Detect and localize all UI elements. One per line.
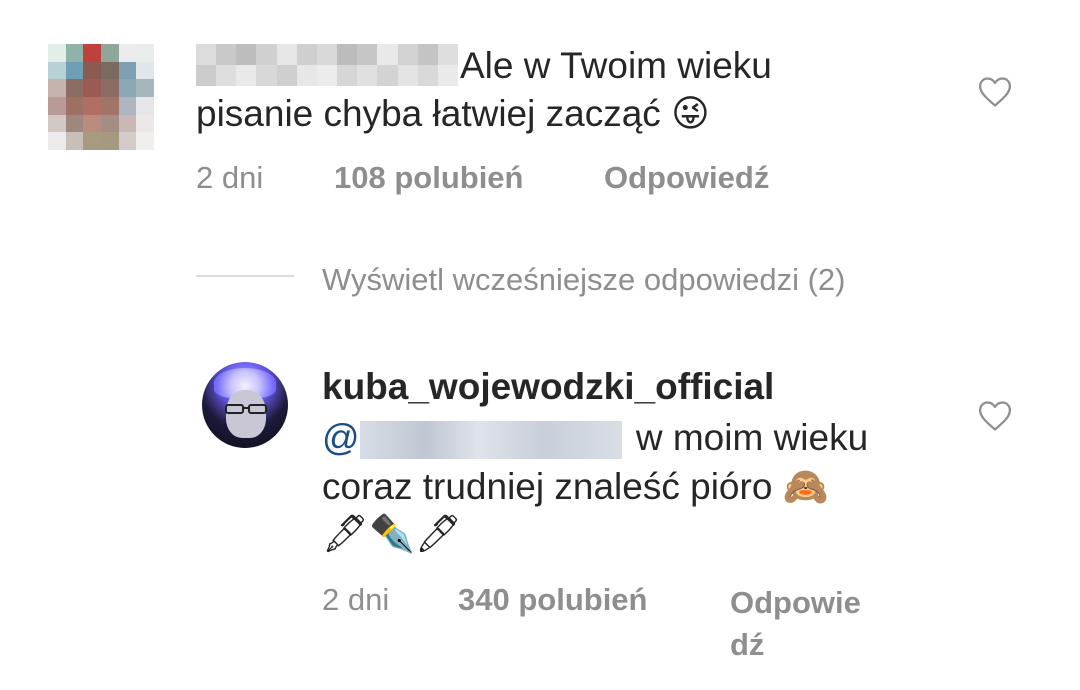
name-blur-pixel	[196, 65, 217, 86]
reply-reply-button[interactable]: Odpowie dź	[730, 582, 861, 666]
name-blur-pixel	[236, 65, 257, 86]
name-blur-pixel	[196, 44, 217, 65]
name-blur-pixel	[296, 65, 317, 86]
avatar-pixel	[83, 114, 101, 133]
avatar-pixel	[100, 114, 119, 133]
mention-prefix[interactable]: @	[322, 417, 360, 458]
avatar-pixel	[65, 61, 84, 80]
reply-button-line1: Odpowie	[730, 585, 861, 620]
reply-text-line1-content: w moim wieku	[635, 417, 869, 458]
name-blur-pixel	[337, 65, 358, 86]
name-blur-pixel	[216, 44, 237, 65]
avatar-pixel	[83, 44, 101, 62]
avatar-pixel	[83, 96, 101, 115]
name-blur-pixel	[357, 44, 378, 65]
avatar-pixel	[65, 79, 84, 97]
name-blur-pixel	[377, 65, 398, 86]
name-blur-pixel	[216, 65, 237, 86]
avatar-pixel	[100, 61, 119, 80]
avatar-pixel	[65, 44, 84, 62]
reply-button[interactable]: Odpowiedź	[604, 160, 769, 196]
avatar-face	[226, 390, 266, 438]
avatar-pixel	[136, 44, 154, 62]
heart-outline-icon[interactable]	[978, 400, 1012, 432]
avatar-glasses	[225, 404, 267, 414]
commenter-username-blurred[interactable]	[196, 44, 458, 86]
name-blur-pixel	[397, 65, 418, 86]
name-blur-pixel	[256, 44, 277, 65]
avatar-pixel	[48, 96, 66, 115]
comment-text-line2: pisanie chyba łatwiej zacząć 😜	[196, 93, 710, 134]
name-blur-pixel	[256, 65, 277, 86]
avatar-pixel	[48, 132, 66, 150]
reply-timestamp: 2 dni	[322, 582, 390, 617]
avatar-pixel	[118, 79, 137, 97]
name-blur-pixel	[276, 44, 297, 65]
avatar-pixel	[83, 61, 101, 80]
name-blur-pixel	[236, 44, 257, 65]
reply-likes-count[interactable]: 340 polubień	[458, 582, 647, 618]
avatar-pixel	[118, 114, 137, 133]
avatar-pixel	[136, 132, 154, 150]
name-blur-pixel	[316, 44, 338, 65]
avatar-pixel	[136, 114, 154, 133]
avatar-pixel	[118, 61, 137, 80]
avatar-pixel	[100, 44, 119, 62]
avatar-pixel	[118, 44, 137, 62]
name-blur-pixel	[377, 44, 398, 65]
avatar-pixel	[118, 96, 137, 115]
avatar-pixel	[118, 132, 137, 150]
view-previous-replies-link[interactable]: Wyświetl wcześniejsze odpowiedzi (2)	[322, 262, 845, 298]
reply-author-avatar[interactable]	[202, 362, 288, 448]
avatar-pixel	[48, 61, 66, 80]
avatar-pixel	[65, 114, 84, 133]
reply-button-line2: dź	[730, 627, 765, 662]
avatar-pixel	[136, 61, 154, 80]
commenter-avatar-pixelated[interactable]	[48, 44, 154, 150]
name-blur-pixel	[437, 65, 458, 86]
avatar-pixel	[48, 44, 66, 62]
avatar-pixel	[136, 96, 154, 115]
replies-divider	[196, 275, 294, 277]
name-blur-pixel	[417, 65, 438, 86]
name-blur-pixel	[296, 44, 317, 65]
reply-author-username[interactable]: kuba_wojewodzki_official	[322, 366, 774, 408]
name-blur-pixel	[417, 44, 438, 65]
name-blur-pixel	[397, 44, 418, 65]
name-blur-pixel	[276, 65, 297, 86]
mention-username-blurred[interactable]	[359, 421, 622, 460]
name-blur-pixel	[357, 65, 378, 86]
avatar-pixel	[83, 132, 101, 150]
name-blur-pixel	[316, 65, 338, 86]
reply-text-line2: coraz trudniej znaleść pióro 🙈	[322, 466, 829, 507]
avatar-pixel	[136, 79, 154, 97]
comment-likes-count[interactable]: 108 polubień	[334, 160, 523, 196]
name-blur-pixel	[337, 44, 358, 65]
avatar-pixel	[100, 132, 119, 150]
avatar-pixel	[100, 79, 119, 97]
avatar-pixel	[65, 132, 84, 150]
avatar-pixel	[65, 96, 84, 115]
avatar-pixel	[100, 96, 119, 115]
reply-text-line1: @ w moim wieku	[322, 416, 868, 460]
avatar-pixel	[48, 114, 66, 133]
heart-outline-icon[interactable]	[978, 76, 1012, 108]
comment-timestamp: 2 dni	[196, 160, 264, 195]
name-blur-pixel	[437, 44, 458, 65]
avatar-pixel	[48, 79, 66, 97]
comment-text-line1: Ale w Twoim wieku	[460, 45, 772, 86]
reply-text-line3-emojis: 🖋✒️🖊	[322, 512, 463, 555]
avatar-pixel	[83, 79, 101, 97]
